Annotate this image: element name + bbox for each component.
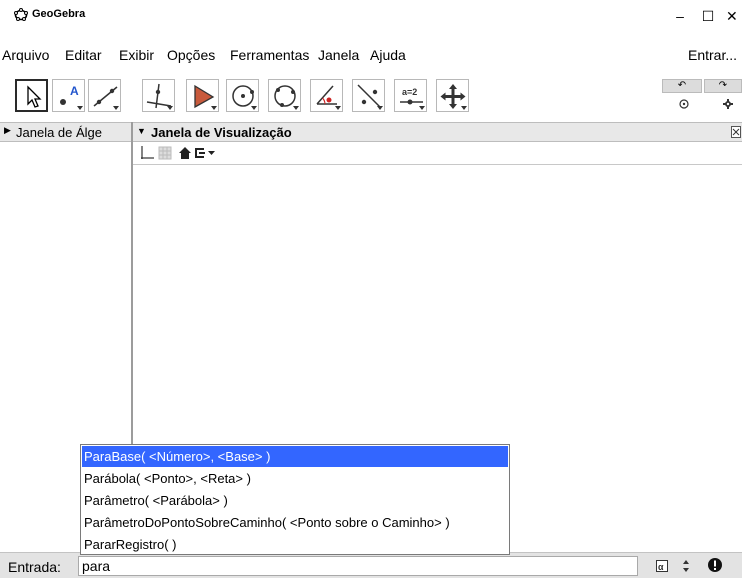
slider-tool-button[interactable]: a=2	[394, 79, 427, 112]
title-bar: GeoGebra – ☐ ✕	[0, 0, 742, 34]
reflect-tool-button[interactable]	[352, 79, 385, 112]
move-pointer-icon	[27, 85, 42, 108]
point-tool-label: A	[70, 84, 79, 98]
graphics-style-bar	[133, 142, 742, 165]
autocomplete-item[interactable]: ParâmetroDoPontoSobreCaminho( <Ponto sob…	[82, 512, 508, 533]
circle-three-points-tool-button[interactable]	[268, 79, 301, 112]
autocomplete-item[interactable]: ParaBase( <Número>, <Base> )	[82, 446, 508, 467]
help-arrows-icon[interactable]	[682, 559, 690, 573]
expand-triangle-icon[interactable]: ▶	[4, 125, 11, 136]
menu-arquivo[interactable]: Arquivo	[2, 47, 49, 63]
menu-opcoes[interactable]: Opções	[167, 47, 215, 63]
line-tool-button[interactable]	[88, 79, 121, 112]
autocomplete-popup: ParaBase( <Número>, <Base> ) Parábola( <…	[80, 444, 510, 555]
geogebra-logo-icon	[14, 8, 28, 21]
autocomplete-item[interactable]: PararRegistro( )	[82, 534, 508, 555]
move-view-tool-button[interactable]	[436, 79, 469, 112]
window-title: GeoGebra	[32, 8, 86, 20]
menu-ajuda[interactable]: Ajuda	[370, 47, 406, 63]
perpendicular-tool-button[interactable]	[142, 79, 175, 112]
algebra-view-title: Janela de Álge	[16, 125, 103, 140]
menu-janela[interactable]: Janela	[318, 47, 359, 63]
point-tool-button[interactable]: A	[52, 79, 85, 112]
minimize-button[interactable]: –	[666, 6, 694, 26]
close-view-icon[interactable]	[731, 126, 741, 138]
autocomplete-item[interactable]: Parâmetro( <Parábola> )	[82, 490, 508, 511]
menu-bar: Arquivo Editar Exibir Opções Ferramentas…	[0, 47, 742, 69]
angle-tool-button[interactable]	[310, 79, 343, 112]
slider-tool-label: a=2	[402, 87, 417, 97]
polygon-tool-button[interactable]	[186, 79, 219, 112]
menu-ferramentas[interactable]: Ferramentas	[230, 47, 309, 63]
input-bar: Entrada: α	[0, 552, 742, 578]
circle-tool-button[interactable]	[226, 79, 259, 112]
show-axes-icon[interactable]	[140, 146, 154, 160]
signin-link[interactable]: Entrar...	[688, 47, 737, 63]
graphics-view-title: Janela de Visualização	[151, 125, 292, 140]
help-icon[interactable]	[679, 99, 689, 109]
input-field[interactable]	[78, 556, 638, 576]
menu-exibir[interactable]: Exibir	[119, 47, 154, 63]
alert-icon[interactable]	[708, 558, 722, 572]
algebra-view-header[interactable]: ▶ Janela de Álge	[0, 122, 131, 142]
move-tool-button[interactable]	[15, 79, 48, 112]
autocomplete-item[interactable]: Parábola( <Ponto>, <Reta> )	[82, 468, 508, 489]
undo-button[interactable]: ↶	[662, 79, 702, 93]
settings-gear-icon[interactable]	[723, 99, 733, 109]
input-label: Entrada:	[8, 559, 61, 575]
svg-text:α: α	[658, 562, 664, 572]
maximize-button[interactable]: ☐	[694, 6, 722, 26]
keyboard-symbol-icon[interactable]: α	[656, 560, 668, 572]
home-icon[interactable]	[178, 146, 192, 160]
point-capture-icon[interactable]	[193, 146, 217, 160]
collapse-triangle-icon[interactable]: ▼	[137, 126, 146, 136]
menu-editar[interactable]: Editar	[65, 47, 102, 63]
redo-button[interactable]: ↷	[704, 79, 742, 93]
close-button[interactable]: ✕	[726, 6, 742, 26]
graphics-view-header[interactable]: ▼ Janela de Visualização	[131, 122, 742, 142]
show-grid-icon[interactable]	[158, 146, 172, 160]
